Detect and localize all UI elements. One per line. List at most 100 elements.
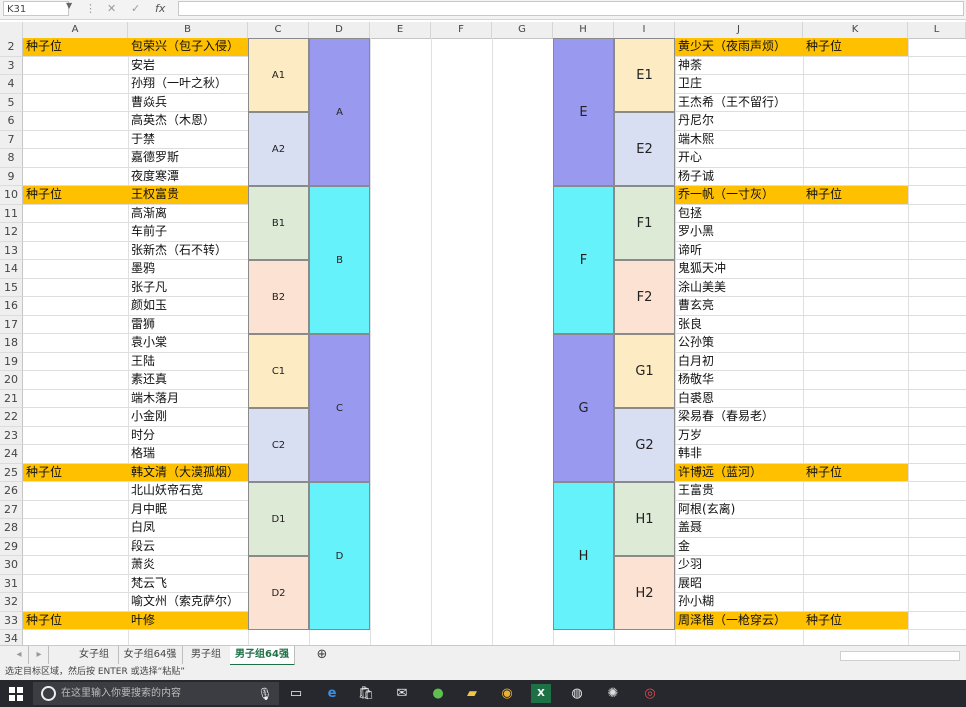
horizontal-scrollbar[interactable] [840, 651, 960, 661]
seed-label-cell[interactable] [23, 501, 128, 519]
subgroup-cell[interactable]: A2 [248, 112, 309, 186]
player-name-cell[interactable]: 墨鸦 [128, 260, 248, 279]
empty-cell[interactable] [908, 612, 966, 630]
empty-cell[interactable] [908, 38, 966, 57]
seed-label-cell[interactable]: 种子位 [23, 38, 128, 57]
empty-cell[interactable] [908, 445, 966, 464]
seed-label-cell[interactable]: 种子位 [803, 463, 908, 482]
group-cell[interactable]: C [309, 334, 370, 482]
empty-cell[interactable] [908, 297, 966, 316]
player-name-cell[interactable]: 少羽 [675, 556, 803, 575]
seed-label-cell[interactable] [803, 482, 908, 501]
empty-cell[interactable] [908, 57, 966, 75]
file-explorer-icon[interactable]: ▰ [462, 684, 482, 703]
column-header-a[interactable]: A [23, 22, 128, 38]
seed-label-cell[interactable] [23, 242, 128, 260]
subgroup-cell[interactable]: E2 [614, 112, 675, 186]
row-header[interactable]: 30 [0, 556, 23, 575]
player-name-cell[interactable]: 谛听 [675, 242, 803, 260]
player-name-cell[interactable]: 嘉德罗斯 [128, 149, 248, 168]
empty-cell[interactable] [908, 316, 966, 334]
seed-label-cell[interactable] [803, 556, 908, 575]
seed-label-cell[interactable] [803, 94, 908, 112]
subgroup-cell[interactable]: D1 [248, 482, 309, 556]
column-header-h[interactable]: H [553, 22, 614, 38]
player-name-cell[interactable]: 孙翔（一叶之秋） [128, 75, 248, 94]
seed-label-cell[interactable] [803, 316, 908, 334]
seed-label-cell[interactable] [803, 242, 908, 260]
seed-label-cell[interactable] [803, 168, 908, 186]
edge-icon[interactable]: e [322, 684, 342, 703]
subgroup-cell[interactable]: B1 [248, 186, 309, 260]
cancel-icon[interactable]: ✕ [107, 2, 116, 15]
player-name-cell[interactable]: 罗小黑 [675, 223, 803, 242]
seed-label-cell[interactable] [803, 538, 908, 556]
player-name-cell[interactable]: 曹玄亮 [675, 297, 803, 316]
player-name-cell[interactable]: 夜度寒潭 [128, 168, 248, 186]
app-pinwheel-icon[interactable]: ✺ [603, 684, 623, 703]
player-name-cell[interactable]: 雷狮 [128, 316, 248, 334]
column-header-i[interactable]: I [614, 22, 675, 38]
player-name-cell[interactable]: 车前子 [128, 223, 248, 242]
seed-label-cell[interactable] [803, 408, 908, 427]
column-header-f[interactable]: F [431, 22, 492, 38]
name-box-dropdown-icon[interactable]: ▼ [66, 1, 72, 10]
tab-scroll-left-icon[interactable]: ◂ [10, 646, 29, 664]
netease-music-icon[interactable]: ◎ [640, 684, 660, 703]
empty-cell[interactable] [908, 482, 966, 501]
seed-label-cell[interactable] [803, 279, 908, 297]
seed-label-cell[interactable] [23, 390, 128, 408]
tab-female-group[interactable]: 女子组 [70, 646, 119, 664]
player-name-cell[interactable]: 神荼 [675, 57, 803, 75]
player-name-cell[interactable]: 颜如玉 [128, 297, 248, 316]
row-header[interactable]: 3 [0, 56, 23, 75]
row-header[interactable]: 6 [0, 112, 23, 131]
row-header[interactable]: 33 [0, 611, 23, 630]
player-name-cell[interactable]: 段云 [128, 538, 248, 556]
empty-cell[interactable] [908, 242, 966, 260]
seed-label-cell[interactable] [23, 57, 128, 75]
seed-label-cell[interactable] [23, 279, 128, 297]
seed-label-cell[interactable] [23, 408, 128, 427]
empty-cell[interactable] [908, 556, 966, 575]
player-name-cell[interactable]: 袁小棠 [128, 334, 248, 353]
row-header[interactable]: 27 [0, 500, 23, 519]
player-name-cell[interactable]: 喻文州（索克萨尔） [128, 593, 248, 612]
player-name-cell[interactable]: 万岁 [675, 427, 803, 445]
column-header-b[interactable]: B [128, 22, 248, 38]
player-name-cell[interactable]: 乔一帆（一寸灰） [675, 186, 803, 205]
seed-label-cell[interactable] [803, 334, 908, 353]
seed-label-cell[interactable] [803, 205, 908, 223]
player-name-cell[interactable]: 端木熙 [675, 131, 803, 149]
row-header[interactable]: 5 [0, 93, 23, 112]
tab-male-group-64[interactable]: 男子组64强 [230, 646, 295, 666]
player-name-cell[interactable]: 王富贵 [675, 482, 803, 501]
seed-label-cell[interactable] [23, 371, 128, 390]
player-name-cell[interactable]: 周泽楷（一枪穿云） [675, 611, 803, 630]
player-name-cell[interactable]: 包荣兴（包子入侵） [128, 38, 248, 57]
player-name-cell[interactable]: 许博远（蓝河） [675, 463, 803, 482]
add-sheet-icon[interactable]: ⊕ [312, 646, 332, 664]
row-header[interactable]: 20 [0, 371, 23, 390]
player-name-cell[interactable]: 端木落月 [128, 390, 248, 408]
seed-label-cell[interactable] [803, 371, 908, 390]
empty-cell[interactable] [908, 334, 966, 353]
player-name-cell[interactable]: 白凤 [128, 519, 248, 538]
empty-cell[interactable] [908, 223, 966, 242]
seed-label-cell[interactable] [23, 427, 128, 445]
empty-cell[interactable] [908, 75, 966, 94]
seed-label-cell[interactable] [803, 519, 908, 538]
seed-label-cell[interactable]: 种子位 [803, 38, 908, 57]
row-header[interactable]: 22 [0, 408, 23, 427]
row-header[interactable]: 8 [0, 149, 23, 168]
confirm-icon[interactable]: ✓ [131, 2, 140, 15]
empty-cell[interactable] [908, 353, 966, 371]
row-header[interactable]: 31 [0, 574, 23, 593]
subgroup-cell[interactable]: A1 [248, 38, 309, 112]
seed-label-cell[interactable] [23, 223, 128, 242]
player-name-cell[interactable]: 黄少天（夜雨声烦） [675, 38, 803, 57]
seed-label-cell[interactable] [803, 131, 908, 149]
player-name-cell[interactable]: 张子凡 [128, 279, 248, 297]
seed-label-cell[interactable] [23, 445, 128, 464]
row-header[interactable]: 12 [0, 223, 23, 242]
